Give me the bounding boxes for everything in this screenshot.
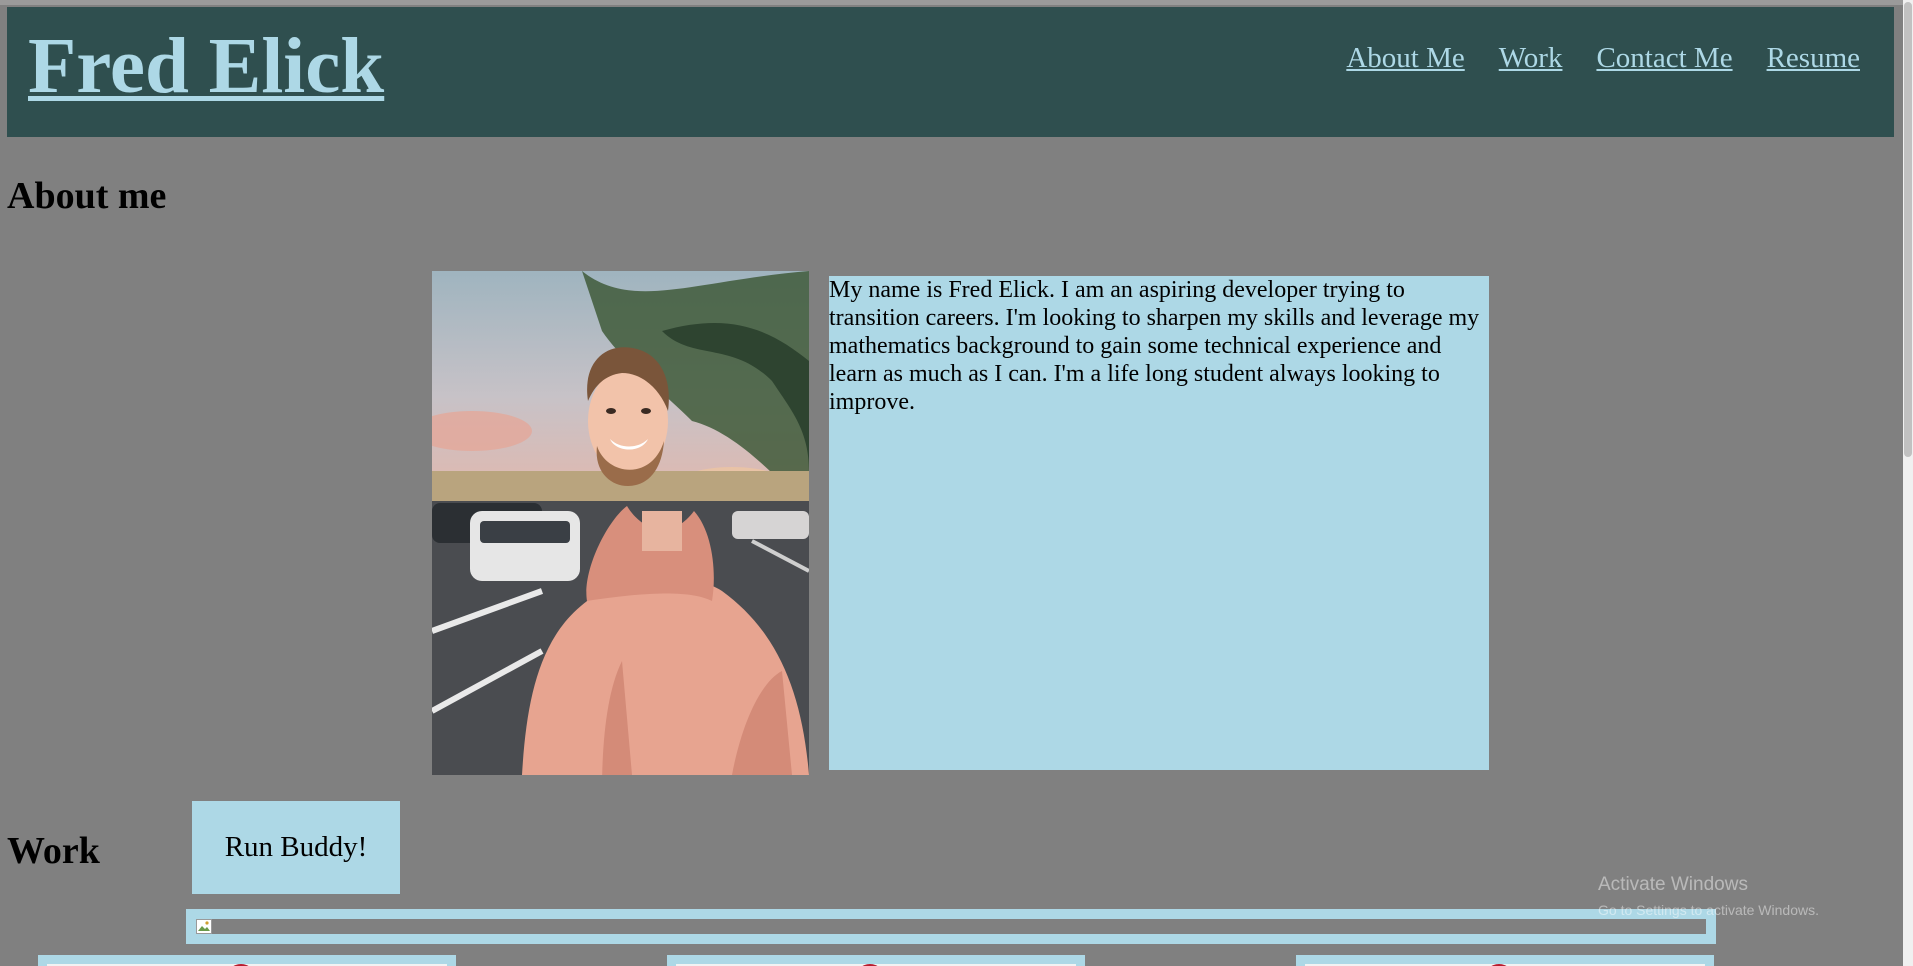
site-header: Fred Elick About Me Work Contact Me Resu… <box>7 7 1894 137</box>
broken-image-icon <box>196 919 212 934</box>
scrollbar-thumb[interactable] <box>1904 2 1912 457</box>
nav-link-contact-me[interactable]: Contact Me <box>1596 42 1732 75</box>
activate-windows-title: Activate Windows <box>1598 874 1748 895</box>
site-title[interactable]: Fred Elick <box>28 27 384 106</box>
activate-windows-subtitle: Go to Settings to activate Windows. <box>1598 901 1819 918</box>
featured-project-image-area[interactable] <box>196 919 1706 934</box>
project-card[interactable] <box>1296 955 1714 966</box>
work-heading: Work <box>7 830 100 872</box>
nav-link-resume[interactable]: Resume <box>1767 42 1860 75</box>
main-nav: About Me Work Contact Me Resume <box>1346 42 1860 75</box>
activate-windows-watermark: Activate Windows Go to Settings to activ… <box>1598 874 1819 920</box>
nav-link-about-me[interactable]: About Me <box>1346 42 1464 75</box>
vertical-scrollbar[interactable] <box>1903 0 1913 966</box>
page: Fred Elick About Me Work Contact Me Resu… <box>0 0 1913 966</box>
about-heading: About me <box>7 175 167 217</box>
browser-top-edge <box>0 0 1913 5</box>
featured-project-image-frame[interactable] <box>186 909 1716 944</box>
profile-photo-image <box>432 271 809 775</box>
profile-photo <box>432 271 809 775</box>
about-bio: My name is Fred Elick. I am an aspiring … <box>829 276 1489 770</box>
project-card[interactable] <box>38 955 456 966</box>
run-buddy-button[interactable]: Run Buddy! <box>192 801 400 894</box>
project-card[interactable] <box>667 955 1085 966</box>
nav-link-work[interactable]: Work <box>1499 42 1563 75</box>
